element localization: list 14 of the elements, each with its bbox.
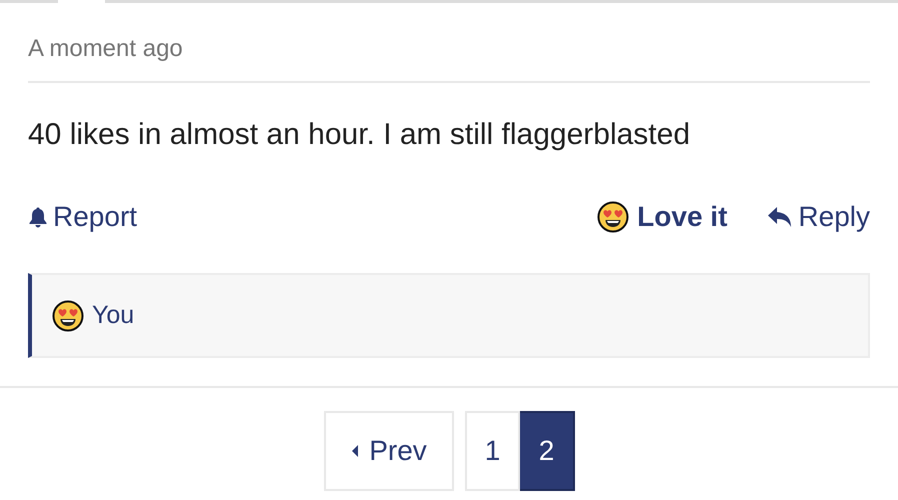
post-text: 40 likes in almost an hour. I am still flaggerblasted xyxy=(28,117,692,153)
report-link[interactable]: Report xyxy=(28,201,138,233)
heart-eyes-emoji-icon xyxy=(52,300,84,332)
prev-page-button[interactable]: Prev xyxy=(324,411,454,491)
love-it-link[interactable]: Love it xyxy=(597,201,728,233)
caret-icon xyxy=(351,444,360,458)
reply-arrow-icon xyxy=(767,206,794,228)
page-number-button[interactable]: 2 xyxy=(520,411,575,491)
page-number-button[interactable]: 1 xyxy=(465,411,520,491)
heart-eyes-emoji-icon xyxy=(597,201,630,233)
bell-icon xyxy=(28,206,48,228)
post-timestamp: A moment ago xyxy=(28,34,184,64)
reactor-name[interactable]: You xyxy=(92,301,134,330)
reply-link[interactable]: Reply xyxy=(767,201,870,233)
